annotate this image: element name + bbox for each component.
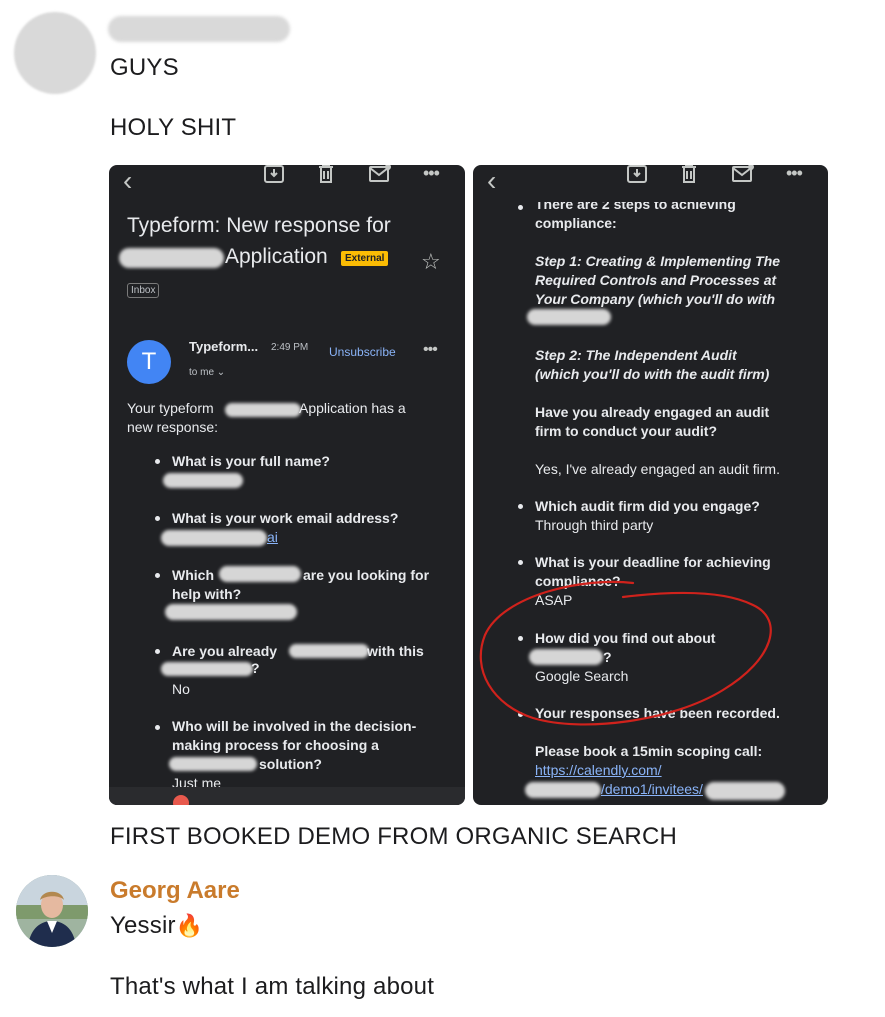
question-full-name: What is your full name? [172,453,330,469]
redacted-text [219,566,301,582]
bullet [155,725,160,730]
redacted-text [225,403,301,417]
redacted-answer [161,530,267,546]
sender-name: Typeform... [189,339,259,354]
avatar[interactable] [16,875,88,947]
reply-text: Yessir [110,912,176,939]
email-subject: Typeform: New response for [127,214,391,237]
message-line-guys: GUYS [110,54,179,81]
right-email-screenshot: ‹ ••• There are 2 steps to achieving com… [473,165,828,805]
redacted-text [119,248,224,268]
sender-avatar-redacted[interactable] [14,12,96,94]
trash-icon [319,165,333,183]
sender-name-redacted[interactable] [108,16,290,42]
reply-author-name[interactable]: Georg Aare [110,877,240,905]
bullet [155,649,160,654]
bullet [155,459,160,464]
question-decision-a: Who will be involved in the decision- [172,718,417,734]
inbox-chip[interactable]: Inbox [127,283,160,298]
question-already-b: with this [367,643,424,659]
left-email-screenshot: ‹ ••• Typeform: New response for Applica… [109,165,465,805]
bullet [155,573,160,578]
bottom-nav-bar [109,787,465,805]
email-time: 2:49 PM [271,342,309,353]
redacted-text [289,644,369,658]
chevron-down-icon: ⌄ [216,367,226,378]
question-help-a: Which [172,567,214,583]
to-me-label: to me [189,367,215,378]
more-icon: ••• [423,165,440,183]
redacted-text [161,662,253,676]
recipient[interactable]: to me ⌄ [189,363,225,382]
question-help-c: help with? [172,586,242,602]
profile-photo [16,875,88,947]
archive-icon [264,165,284,183]
message-caption: FIRST BOOKED DEMO FROM ORGANIC SEARCH [110,823,678,850]
star-icon[interactable]: ☆ [421,249,441,275]
more-icon[interactable]: ••• [423,341,438,359]
email-answer-link[interactable]: ai [267,528,278,547]
fire-icon: 🔥 [175,913,204,938]
question-already-a: Are you already [172,643,278,659]
answer-already: No [172,681,190,697]
redacted-answer [165,604,297,620]
external-badge: External [341,251,389,266]
question-email: What is your work email address? [172,510,399,526]
avatar: T [127,340,171,384]
question-decision-b: making process for choosing a [172,737,379,753]
back-icon: ‹ [123,165,133,196]
intro-text-a: Your typeform [127,400,214,416]
question-help-b: are you looking for [303,567,430,583]
redacted-text [169,757,257,771]
bullet [155,516,160,521]
message-line-holy: HOLY SHIT [110,114,237,141]
question-already-c: ? [251,660,260,676]
unsubscribe-link[interactable]: Unsubscribe [329,343,396,362]
question-decision-c: solution? [259,756,322,772]
mail-icon [369,165,391,182]
redacted-answer [163,473,243,488]
notification-badge [173,795,189,805]
email-subject-line2: Application [225,245,328,268]
intro-text-c: new response: [127,419,219,435]
reply-line-yessir: Yessir🔥 [110,912,203,940]
red-circle-annotation [479,580,772,726]
reply-line-talking: That's what I am talking about [110,973,435,1000]
intro-text-b: Application has a [299,400,406,416]
